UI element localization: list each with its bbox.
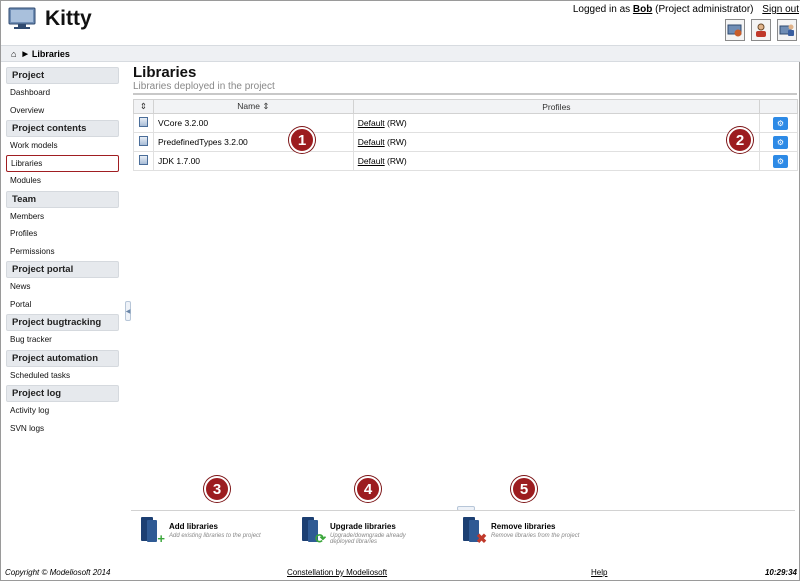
- sidebar-section-project-portal[interactable]: Project portal: [6, 261, 119, 278]
- constellation-link[interactable]: Constellation by Modeliosoft: [287, 568, 387, 577]
- sort-icon-column[interactable]: ⇕: [133, 99, 154, 114]
- sidebar-item-libraries[interactable]: Libraries: [6, 154, 119, 172]
- configure-button[interactable]: ⚙: [773, 154, 788, 168]
- upgrade-library-icon: ⟳: [300, 517, 326, 545]
- callout-5: 5: [511, 476, 537, 502]
- callout-2: 2: [727, 127, 753, 153]
- profile-access: (RW): [387, 118, 407, 128]
- upgrade-libraries-desc: Upgrade/downgrade already deployed libra…: [330, 533, 406, 545]
- remove-library-icon: ✖: [461, 517, 487, 545]
- user-profile-icon[interactable]: [751, 19, 771, 41]
- column-profiles-header: Profiles: [352, 99, 761, 114]
- monitor-logo-icon: [8, 7, 36, 29]
- sidebar-section-project-bugtracking[interactable]: Project bugtracking: [6, 314, 119, 331]
- add-libraries-label: Add libraries: [169, 522, 218, 531]
- sign-out-link[interactable]: Sign out: [762, 4, 799, 15]
- gear-icon: ⚙: [776, 137, 785, 147]
- user-name-link[interactable]: Bob: [633, 4, 652, 15]
- callout-3: 3: [204, 476, 230, 502]
- clock-time: 10:29:34: [764, 568, 797, 577]
- table-row[interactable]: VCore 3.2.00 Default (RW) ⚙: [133, 113, 798, 133]
- library-profile: Default (RW): [352, 113, 761, 133]
- sidebar-item-news[interactable]: News: [6, 278, 119, 296]
- library-icon: [139, 136, 148, 146]
- home-icon[interactable]: ⌂: [11, 49, 16, 59]
- table-row[interactable]: PredefinedTypes 3.2.00 Default (RW) ⚙: [133, 132, 798, 152]
- add-libraries-action[interactable]: + Add libraries Add existing libraries t…: [139, 517, 269, 545]
- sidebar-item-permissions[interactable]: Permissions: [6, 243, 119, 261]
- admin-console-icon[interactable]: [725, 19, 745, 41]
- upgrade-libraries-label: Upgrade libraries: [330, 522, 396, 531]
- caret-right-icon: ▶: [22, 50, 28, 58]
- page-title: Libraries: [133, 64, 197, 81]
- sidebar-item-profiles[interactable]: Profiles: [6, 225, 119, 243]
- sidebar-section-project[interactable]: Project: [6, 67, 119, 84]
- profile-link[interactable]: Default: [358, 137, 385, 147]
- sidebar-section-project-log[interactable]: Project log: [6, 385, 119, 402]
- sidebar-section-project-automation[interactable]: Project automation: [6, 349, 119, 367]
- sidebar-item-portal[interactable]: Portal: [6, 296, 119, 314]
- column-name-header[interactable]: Name ⇕: [152, 99, 354, 114]
- main-content: Libraries Libraries deployed in the proj…: [133, 64, 798, 171]
- sidebar-collapse-handle[interactable]: ◀: [125, 301, 131, 321]
- remove-libraries-label: Remove libraries: [491, 522, 556, 531]
- logged-in-label: Logged in as: [572, 4, 631, 15]
- sidebar-item-work-models[interactable]: Work models: [6, 137, 119, 155]
- sort-icon: ⇕: [262, 101, 270, 111]
- profile-access: (RW): [387, 137, 407, 147]
- user-monitor-icon[interactable]: [777, 19, 797, 41]
- window-frame: Kitty Logged in as Bob (Project administ…: [0, 0, 800, 581]
- profile-link[interactable]: Default: [358, 156, 385, 166]
- upgrade-libraries-action[interactable]: ⟳ Upgrade libraries Upgrade/downgrade al…: [300, 517, 430, 545]
- sidebar-item-svn-logs[interactable]: SVN logs: [6, 420, 119, 438]
- callout-1: 1: [289, 127, 315, 153]
- user-role: (Project administrator): [655, 4, 754, 15]
- configure-button[interactable]: ⚙: [773, 135, 788, 149]
- sidebar-section-team[interactable]: Team: [6, 190, 119, 208]
- sidebar-item-modules[interactable]: Modules: [6, 172, 119, 190]
- table-header-row: ⇕ Name ⇕ Profiles: [133, 99, 798, 114]
- sidebar-item-overview[interactable]: Overview: [6, 102, 119, 120]
- header: Kitty Logged in as Bob (Project administ…: [1, 1, 800, 45]
- sidebar-item-dashboard[interactable]: Dashboard: [6, 84, 119, 102]
- libraries-table: ⇕ Name ⇕ Profiles VCore 3.2.00 Default (…: [133, 99, 798, 171]
- gear-icon: ⚙: [776, 118, 785, 128]
- remove-libraries-action[interactable]: ✖ Remove libraries Remove libraries from…: [461, 517, 591, 545]
- breadcrumb-current: Libraries: [31, 48, 70, 59]
- library-icon: [139, 117, 148, 127]
- user-info: Logged in as Bob (Project administrator)…: [573, 4, 799, 15]
- footer: Copyright © Modeliosoft 2014 Constellati…: [1, 564, 800, 581]
- profile-access: (RW): [387, 156, 407, 166]
- column-actions-header: [759, 99, 798, 114]
- sidebar-item-activity-log[interactable]: Activity log: [6, 402, 119, 420]
- library-name: VCore 3.2.00: [152, 113, 354, 133]
- library-name: JDK 1.7.00: [152, 151, 354, 171]
- sidebar-item-members[interactable]: Members: [6, 208, 119, 226]
- library-profile: Default (RW): [352, 132, 761, 152]
- library-profile: Default (RW): [352, 151, 761, 171]
- breadcrumb: ⌂ ▶ Libraries: [1, 45, 800, 62]
- copyright-text: Copyright © Modeliosoft 2014: [5, 568, 111, 577]
- sidebar: Project Dashboard Overview Project conte…: [6, 66, 119, 437]
- sidebar-item-scheduled-tasks[interactable]: Scheduled tasks: [6, 367, 119, 385]
- add-library-icon: +: [139, 517, 165, 545]
- table-row[interactable]: JDK 1.7.00 Default (RW) ⚙: [133, 151, 798, 171]
- gear-icon: ⚙: [776, 156, 785, 166]
- app-title: Kitty: [45, 7, 92, 30]
- profile-link[interactable]: Default: [358, 118, 385, 128]
- configure-button[interactable]: ⚙: [773, 116, 788, 130]
- library-icon: [139, 155, 148, 165]
- remove-libraries-desc: Remove libraries from the project: [491, 533, 580, 539]
- library-name: PredefinedTypes 3.2.00: [152, 132, 354, 152]
- help-link[interactable]: Help: [591, 568, 607, 577]
- column-name-label: Name: [237, 101, 260, 111]
- sidebar-item-bug-tracker[interactable]: Bug tracker: [6, 331, 119, 349]
- page-subtitle: Libraries deployed in the project: [133, 81, 797, 95]
- add-libraries-desc: Add existing libraries to the project: [169, 533, 261, 539]
- header-toolbar: [725, 19, 797, 41]
- callout-4: 4: [355, 476, 381, 502]
- sidebar-section-project-contents[interactable]: Project contents: [6, 120, 119, 137]
